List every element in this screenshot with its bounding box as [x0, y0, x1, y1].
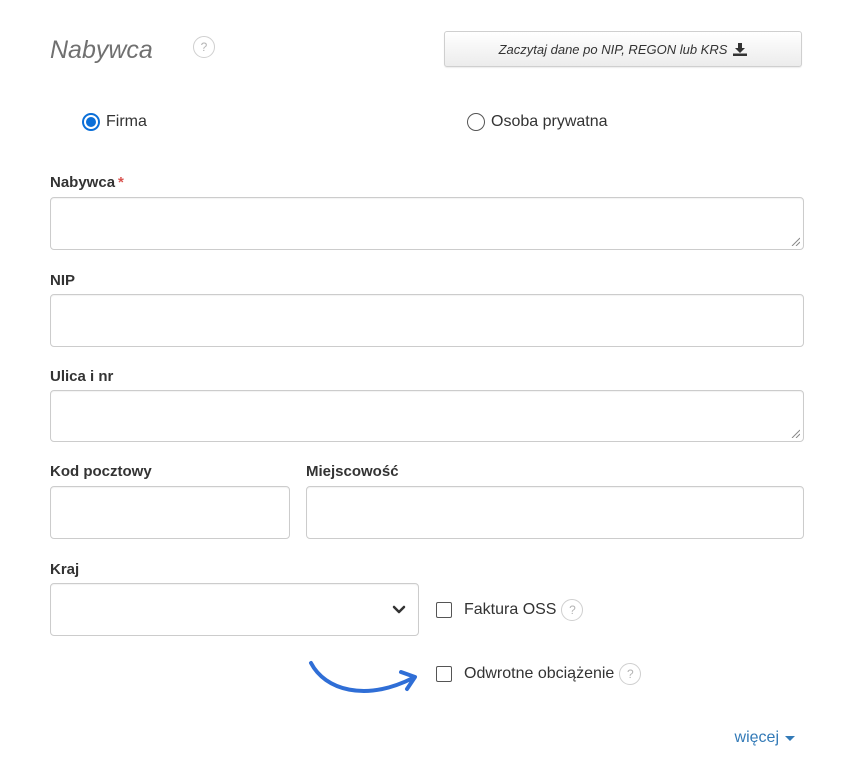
buyer-textarea[interactable]	[50, 197, 804, 250]
postal-code-input[interactable]	[50, 486, 290, 539]
radio-firma-button[interactable]	[82, 113, 100, 131]
buyer-label-text: Nabywca	[50, 174, 116, 191]
radio-firma-label: Firma	[106, 113, 147, 130]
radio-firma[interactable]: Firma	[82, 113, 147, 131]
help-icon[interactable]: ?	[193, 36, 215, 58]
more-link-label: więcej	[734, 729, 779, 746]
oss-checkbox[interactable]	[436, 602, 452, 618]
reverse-charge-checkbox-row[interactable]: Odwrotne obciążenie ?	[436, 663, 642, 685]
oss-label: Faktura OSS	[464, 601, 557, 618]
fetch-data-button-label: Zaczytaj dane po NIP, REGON lub KRS	[498, 41, 728, 57]
fetch-data-button[interactable]: Zaczytaj dane po NIP, REGON lub KRS	[444, 31, 802, 67]
annotation-arrow-icon	[309, 661, 417, 693]
reverse-charge-help-icon[interactable]: ?	[619, 663, 642, 685]
buyer-label: Nabywca *	[50, 174, 124, 191]
reverse-charge-checkbox[interactable]	[436, 666, 452, 682]
chevron-down-icon	[392, 605, 406, 613]
caret-down-icon	[785, 735, 795, 741]
nip-input[interactable]	[50, 294, 804, 347]
nip-label: NIP	[50, 272, 76, 289]
resize-grip-icon[interactable]	[790, 428, 800, 438]
country-label: Kraj	[50, 561, 80, 578]
postal-code-label: Kod pocztowy	[50, 463, 152, 480]
oss-help-icon[interactable]: ?	[561, 599, 584, 621]
city-input[interactable]	[306, 486, 804, 539]
resize-grip-icon[interactable]	[790, 236, 800, 246]
oss-checkbox-row[interactable]: Faktura OSS ?	[436, 599, 584, 621]
download-icon	[733, 42, 748, 56]
street-textarea[interactable]	[50, 390, 804, 442]
country-select[interactable]	[50, 583, 419, 636]
section-title: Nabywca	[50, 36, 153, 64]
radio-osoba-prywatna[interactable]: Osoba prywatna	[467, 113, 608, 131]
more-link[interactable]: więcej	[735, 729, 795, 747]
city-label: Miejscowość	[306, 463, 399, 480]
street-label: Ulica i nr	[50, 368, 114, 385]
radio-osoba-prywatna-label: Osoba prywatna	[491, 113, 608, 130]
reverse-charge-label: Odwrotne obciążenie	[464, 665, 615, 682]
radio-osoba-prywatna-button[interactable]	[467, 113, 485, 131]
required-mark: *	[118, 174, 124, 191]
